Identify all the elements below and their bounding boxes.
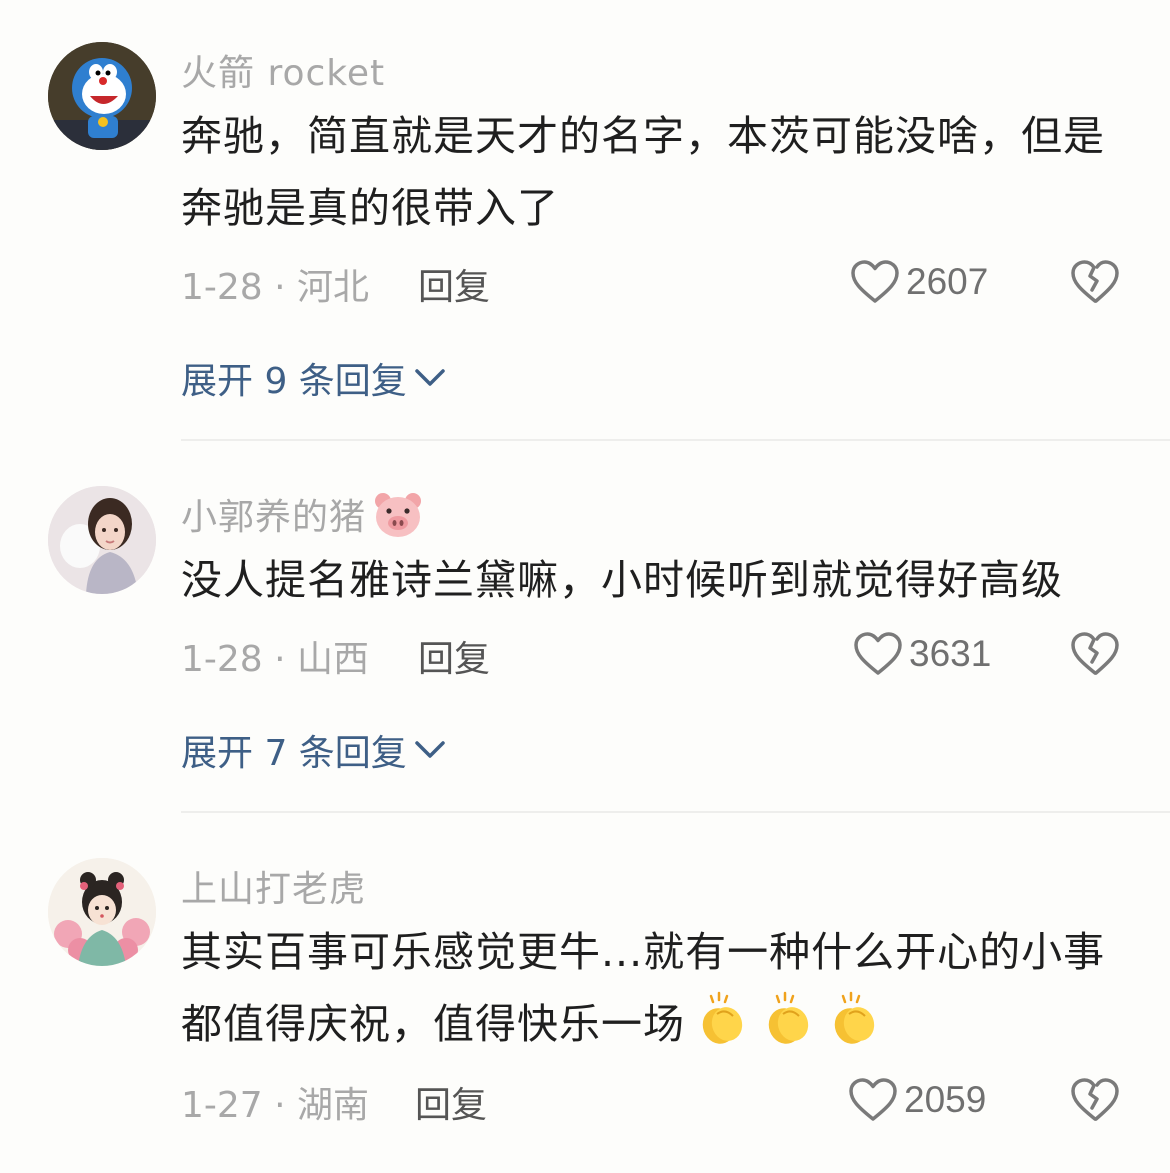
like-button[interactable]: 2059	[848, 1076, 986, 1124]
like-count: 2607	[906, 261, 989, 302]
comment-item: 上山打老虎 其实百事可乐感觉更牛...就有一种什么开心的小事都值得庆祝，值得快乐…	[0, 812, 1170, 1173]
pig-face-icon	[375, 493, 422, 537]
heart-outline-icon	[849, 1078, 897, 1121]
comment-text: 没人提名雅诗兰黛嘛，小时候听到就觉得好高级	[181, 556, 1063, 604]
username[interactable]: 小郭养的猪	[181, 497, 366, 538]
comment-text: 其实百事可乐感觉更牛...就有一种什么开心的小事都值得庆祝，值得快乐一场	[181, 928, 1106, 1048]
reply-button[interactable]: 回复	[418, 258, 490, 310]
clapping-hands-icon	[702, 991, 743, 1044]
comment-date-location: 1-28 · 山西	[181, 639, 370, 680]
avatar[interactable]	[48, 858, 156, 966]
username-row: 小郭养的猪	[181, 488, 424, 540]
username[interactable]: 火箭 rocket	[181, 44, 385, 96]
dislike-button[interactable]	[1070, 630, 1120, 678]
heart-outline-icon	[854, 632, 902, 675]
chevron-down-icon	[415, 741, 445, 758]
expand-replies-link[interactable]: 展开 7 条回复	[181, 724, 447, 776]
comment-item: 火箭 rocket 奔驰，简直就是天才的名字，本茨可能没啥，但是奔驰是真的很带入…	[0, 0, 1170, 440]
dislike-button[interactable]	[1070, 1076, 1120, 1124]
heart-outline-icon	[851, 260, 899, 303]
comment-item: 小郭养的猪 没人提名雅诗兰黛嘛，小时候听到就觉得好高级 1-28 · 山西 回复…	[0, 440, 1170, 812]
comment-text-container: 其实百事可乐感觉更牛...就有一种什么开心的小事都值得庆祝，值得快乐一场	[181, 916, 1121, 1060]
comment-date-location: 1-27 · 湖南	[181, 1085, 370, 1126]
clapping-hands-icon	[834, 991, 875, 1044]
expand-replies-label: 展开 9 条回复	[181, 361, 407, 402]
dislike-button[interactable]	[1070, 258, 1120, 306]
avatar[interactable]	[48, 42, 156, 150]
like-button[interactable]: 3631	[853, 630, 991, 678]
expand-replies-link[interactable]: 展开 9 条回复	[181, 352, 447, 404]
like-count: 2059	[904, 1079, 987, 1120]
broken-heart-icon	[1071, 260, 1119, 303]
comment-text: 奔驰，简直就是天才的名字，本茨可能没啥，但是奔驰是真的很带入了	[181, 112, 1105, 232]
broken-heart-icon	[1071, 632, 1119, 675]
chevron-down-icon	[415, 369, 445, 386]
comment-date-location: 1-28 · 河北	[181, 267, 370, 308]
reply-button[interactable]: 回复	[415, 1076, 487, 1128]
reply-button[interactable]: 回复	[418, 630, 490, 682]
like-count: 3631	[909, 633, 992, 674]
broken-heart-icon	[1071, 1078, 1119, 1121]
like-button[interactable]: 2607	[850, 258, 988, 306]
clapping-hands-icon	[768, 991, 809, 1044]
expand-replies-label: 展开 7 条回复	[181, 733, 407, 774]
username[interactable]: 上山打老虎	[181, 860, 366, 912]
avatar[interactable]	[48, 486, 156, 594]
